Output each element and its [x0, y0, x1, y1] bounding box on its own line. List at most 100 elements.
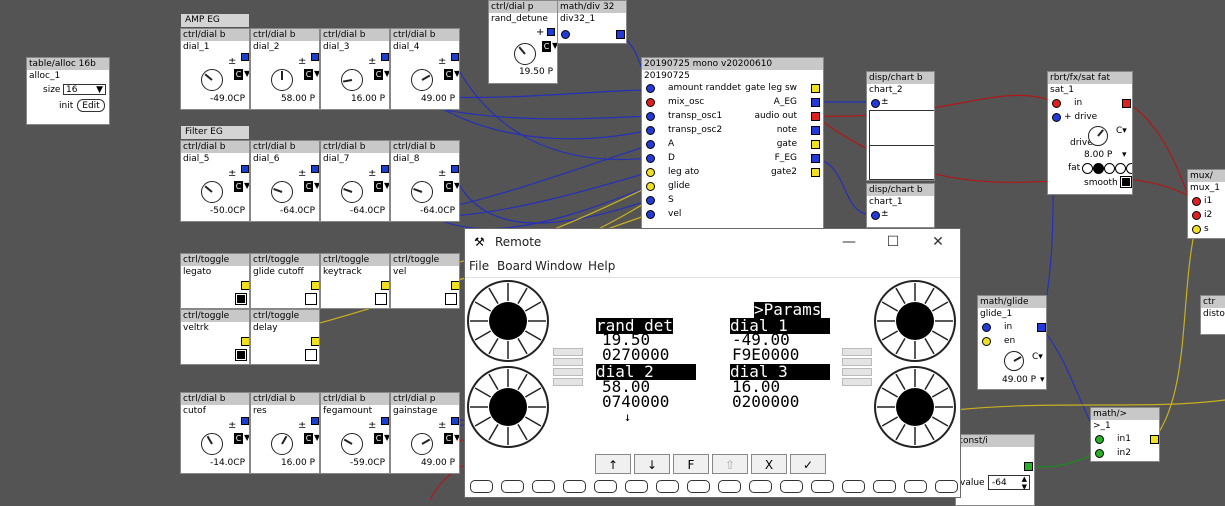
- soft-button[interactable]: [718, 480, 741, 493]
- outlet-port[interactable]: [451, 281, 459, 290]
- dial-object-dial-7[interactable]: ctrl/dial b dial_7 ± C ▼ -64.0CP: [320, 140, 390, 222]
- rand-detune-dial[interactable]: ctrl/dial p rand_detune + C ▼ 19.50 P: [488, 0, 558, 84]
- toggle-switch[interactable]: [305, 293, 317, 305]
- inlet-port[interactable]: [646, 84, 655, 93]
- nav-down-button[interactable]: ↓: [634, 454, 670, 474]
- close-icon[interactable]: ✕: [926, 233, 950, 251]
- c-button[interactable]: C: [304, 69, 313, 80]
- knob-icon[interactable]: [514, 43, 536, 65]
- soft-button[interactable]: [780, 480, 803, 493]
- inlet-port[interactable]: [241, 417, 249, 425]
- nav-up-button[interactable]: ↑: [595, 454, 631, 474]
- inlet-port[interactable]: [381, 53, 389, 61]
- toggle-switch[interactable]: [235, 349, 247, 361]
- inlet-port[interactable]: [646, 126, 655, 135]
- c-button[interactable]: C: [374, 69, 383, 80]
- c-button[interactable]: C: [542, 41, 551, 52]
- maximize-icon[interactable]: ☐: [881, 233, 905, 251]
- div32-object[interactable]: math/div 32 div32_1: [557, 0, 627, 44]
- toggle-object-keytrack[interactable]: ctrl/toggle keytrack: [320, 253, 390, 309]
- outlet-port[interactable]: [1122, 99, 1131, 108]
- knob-icon[interactable]: [201, 181, 223, 203]
- knob-icon[interactable]: [1004, 351, 1024, 371]
- outlet-port[interactable]: [311, 281, 319, 290]
- inlet-port[interactable]: [311, 165, 319, 173]
- soft-button[interactable]: [470, 480, 493, 493]
- inlet-port[interactable]: [311, 53, 319, 61]
- dial-object-res[interactable]: ctrl/dial b res ± C ▼ 16.00 P: [250, 392, 320, 474]
- remote-window[interactable]: ⚒ Remote — ☐ ✕ File Board Window Help >P…: [464, 228, 961, 498]
- dial-object-dial-2[interactable]: ctrl/dial b dial_2 ± C ▼ 58.00 P: [250, 28, 320, 110]
- c-button[interactable]: C: [444, 69, 453, 80]
- c-button[interactable]: C: [304, 181, 313, 192]
- toggle-switch[interactable]: [305, 349, 317, 361]
- soft-button[interactable]: [904, 480, 927, 493]
- inlet-port[interactable]: [1192, 211, 1201, 220]
- fat-radio-option[interactable]: [1126, 163, 1132, 174]
- inlet-port[interactable]: [451, 53, 459, 61]
- encoder-knob-bottom-left[interactable]: [467, 366, 549, 448]
- soft-button[interactable]: [563, 480, 586, 493]
- toggle-object-delay[interactable]: ctrl/toggle delay: [250, 309, 320, 365]
- title-bar[interactable]: ⚒ Remote — ☐ ✕: [465, 229, 960, 255]
- outlet-port[interactable]: [1037, 323, 1046, 332]
- knob-icon[interactable]: [201, 433, 223, 455]
- toggle-switch[interactable]: [375, 293, 387, 305]
- inlet-port[interactable]: [1052, 99, 1061, 108]
- dial-object-gainstage[interactable]: ctrl/dial p gainstage ± C ▼ 49.00 P: [390, 392, 460, 474]
- inlet-port[interactable]: [646, 196, 655, 205]
- outlet-port[interactable]: [1150, 435, 1159, 444]
- chart-1-object[interactable]: disp/chart b chart_1 ±: [866, 183, 935, 228]
- dial-object-dial-5[interactable]: ctrl/dial b dial_5 ± C ▼ -50.0CP: [180, 140, 250, 222]
- dial-object-fegamount[interactable]: ctrl/dial b fegamount ± C ▼ -59.0CP: [320, 392, 390, 474]
- encoder-knob-top-right[interactable]: [874, 280, 956, 362]
- fat-radio-option[interactable]: [1093, 163, 1104, 174]
- knob-icon[interactable]: [341, 433, 363, 455]
- outlet-port[interactable]: [811, 98, 820, 107]
- knob-icon[interactable]: [1088, 126, 1108, 146]
- fat-radio-option[interactable]: [1115, 163, 1126, 174]
- inlet-port[interactable]: [1095, 435, 1104, 444]
- c-button[interactable]: C: [234, 433, 243, 444]
- c-button[interactable]: C: [444, 433, 453, 444]
- minimize-icon[interactable]: —: [837, 233, 861, 251]
- glide-object[interactable]: math/glide glide_1 in en C▾ 49.00 P ▾: [977, 295, 1047, 390]
- outlet-port[interactable]: [241, 281, 249, 290]
- dial-object-dial-8[interactable]: ctrl/dial b dial_8 ± C ▼ -64.0CP: [390, 140, 460, 222]
- dial-object-dial-1[interactable]: ctrl/dial b dial_1 ± C ▼ -49.0CP: [180, 28, 250, 110]
- outlet-port[interactable]: [241, 337, 249, 346]
- inlet-port[interactable]: [1192, 197, 1201, 206]
- smooth-toggle[interactable]: [1120, 176, 1132, 188]
- inlet-port[interactable]: [381, 165, 389, 173]
- outlet-port[interactable]: [381, 281, 389, 290]
- soft-button[interactable]: [501, 480, 524, 493]
- c-button[interactable]: C: [374, 433, 383, 444]
- c-button[interactable]: C: [234, 181, 243, 192]
- nav-ok-button[interactable]: ✓: [790, 454, 826, 474]
- inlet-port[interactable]: [871, 99, 880, 108]
- left-side-buttons[interactable]: [553, 348, 583, 388]
- inlet-port[interactable]: [646, 112, 655, 121]
- soft-button[interactable]: [935, 480, 958, 493]
- inlet-port[interactable]: [646, 168, 655, 177]
- dial-object-dial-6[interactable]: ctrl/dial b dial_6 ± C ▼ -64.0CP: [250, 140, 320, 222]
- knob-icon[interactable]: [201, 69, 223, 91]
- encoder-knob-top-left[interactable]: [467, 280, 549, 362]
- menu-board[interactable]: Board: [497, 259, 532, 273]
- knob-icon[interactable]: [411, 181, 433, 203]
- outlet-port[interactable]: [811, 84, 820, 93]
- knob-icon[interactable]: [271, 69, 293, 91]
- soft-button[interactable]: [749, 480, 772, 493]
- inlet-port[interactable]: [241, 53, 249, 61]
- soft-button[interactable]: [873, 480, 896, 493]
- outlet-port[interactable]: [311, 337, 319, 346]
- inlet-port[interactable]: [241, 165, 249, 173]
- soft-button[interactable]: [811, 480, 834, 493]
- soft-button[interactable]: [656, 480, 679, 493]
- inlet-port[interactable]: [871, 211, 880, 220]
- c-button[interactable]: C: [304, 433, 313, 444]
- menu-help[interactable]: Help: [588, 259, 615, 273]
- nav-f-button[interactable]: F: [673, 454, 709, 474]
- inlet-port[interactable]: [982, 337, 991, 346]
- soft-button[interactable]: [842, 480, 865, 493]
